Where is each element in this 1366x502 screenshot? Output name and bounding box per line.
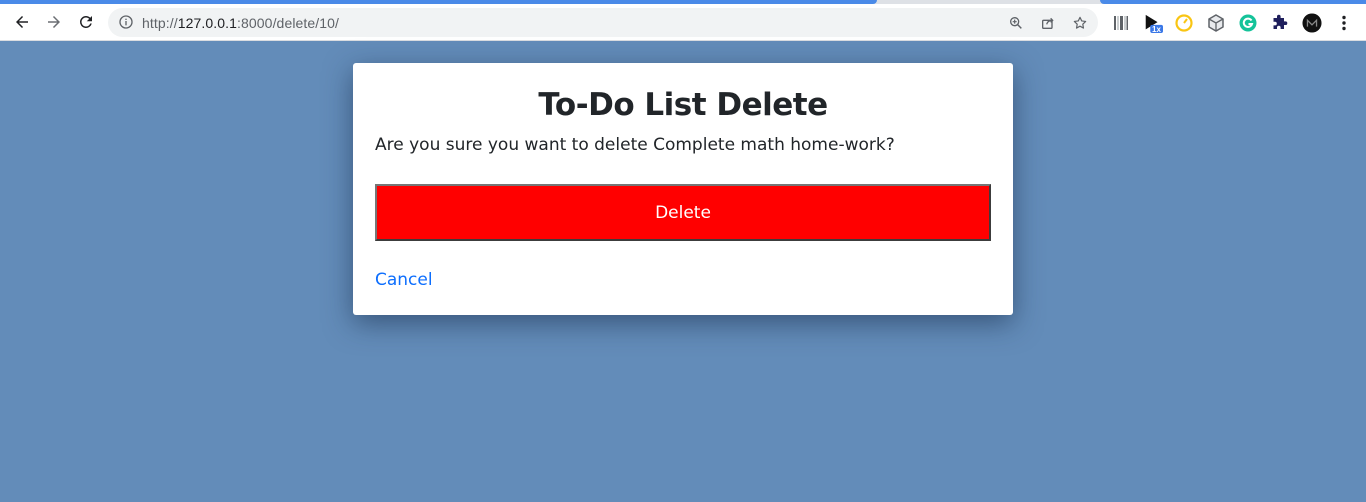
grammarly-icon — [1239, 14, 1257, 32]
reload-icon — [79, 15, 92, 28]
extension-timer[interactable] — [1173, 12, 1195, 34]
zoom-button[interactable] — [1006, 13, 1026, 33]
extension-barcode[interactable] — [1110, 12, 1132, 34]
share-button[interactable] — [1038, 13, 1058, 33]
delete-button[interactable]: Delete — [375, 184, 991, 241]
puzzle-icon — [1273, 14, 1288, 29]
back-button[interactable] — [8, 8, 36, 36]
kebab-menu-icon — [1342, 15, 1346, 31]
bookmark-button[interactable] — [1070, 13, 1090, 33]
url-host: 127.0.0.1 — [177, 15, 238, 31]
info-icon[interactable] — [118, 14, 134, 30]
star-icon — [1073, 16, 1087, 29]
profile-avatar — [1302, 13, 1322, 33]
url-scheme: http:// — [142, 15, 178, 31]
reload-button[interactable] — [72, 8, 100, 36]
extension-video-speed[interactable]: 1x — [1142, 12, 1164, 34]
url-text[interactable]: http://127.0.0.1:8000/delete/10/ — [142, 15, 339, 31]
extension-grammarly[interactable] — [1237, 12, 1259, 34]
extension-cube[interactable] — [1205, 12, 1227, 34]
address-bar[interactable]: http://127.0.0.1:8000/delete/10/ — [108, 8, 1098, 37]
extensions-menu-button[interactable] — [1269, 12, 1291, 34]
timer-icon — [1175, 14, 1193, 32]
arrow-right-icon — [48, 16, 60, 28]
browser-toolbar: http://127.0.0.1:8000/delete/10/ 1x — [0, 4, 1366, 41]
arrow-left-icon — [16, 16, 28, 28]
speed-badge: 1x — [1152, 25, 1161, 34]
profile-button[interactable] — [1301, 12, 1323, 34]
delete-dialog: To-Do List Delete Are you sure you want … — [353, 63, 1013, 315]
share-icon — [1042, 17, 1054, 29]
cube-icon — [1208, 14, 1224, 32]
cancel-link[interactable]: Cancel — [375, 270, 433, 290]
confirm-message: Are you sure you want to delete Complete… — [375, 135, 895, 155]
zoom-icon — [1010, 16, 1022, 29]
browser-menu-button[interactable] — [1333, 12, 1355, 34]
dialog-title: To-Do List Delete — [538, 87, 828, 123]
url-path: :8000/delete/10/ — [237, 15, 340, 31]
barcode-icon — [1114, 16, 1128, 30]
forward-button[interactable] — [40, 8, 68, 36]
